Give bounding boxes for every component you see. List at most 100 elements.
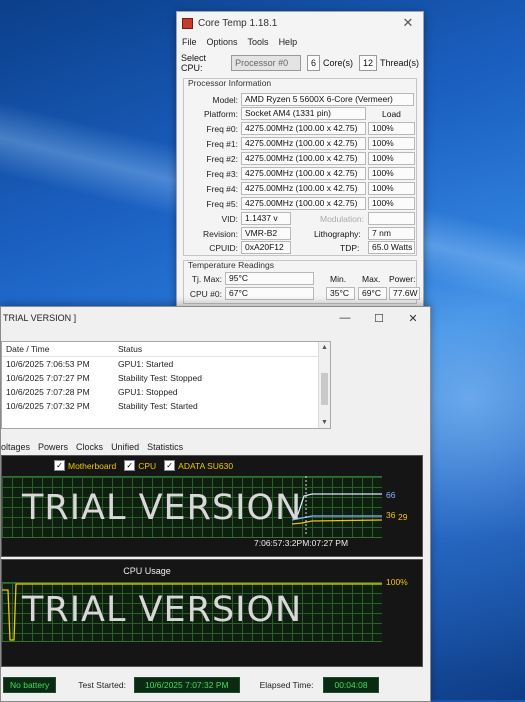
processor-info-group: Processor Information Model: AMD Ryzen 5… [183,78,417,256]
freq-row: Freq #3: 4275.00MHz (100.00 x 42.75) 100… [184,167,416,180]
cpu0-label: CPU #0: [189,288,222,299]
legend-label: ADATA SU630 [178,460,234,471]
log-row-status: Stability Test: Stopped [118,373,202,383]
model-row: Model: AMD Ryzen 5 5600X 6-Core (Vermeer… [184,93,416,106]
freq-row: Freq #5: 4275.00MHz (100.00 x 42.75) 100… [184,197,416,210]
temperature-group: Temperature Readings Tj. Max: 95°C Min. … [183,260,420,304]
temp-value-low: 29 [398,512,408,522]
threads-count: 12 [358,55,377,71]
temperature-readings-label: Temperature Readings [188,260,274,270]
maximize-icon[interactable]: ☐ [362,312,396,325]
tdp-value: 65.0 Watts [368,241,415,254]
freq-row: Freq #2: 4275.00MHz (100.00 x 42.75) 100… [184,152,416,165]
menu-options[interactable]: Options [207,37,238,47]
threads-label: Thread(s) [379,58,419,68]
load-value: 100% [368,152,415,165]
load-value: 100% [368,167,415,180]
minimize-icon[interactable]: — [328,312,362,325]
test-started-label: Test Started: [78,680,126,690]
legend-motherboard[interactable]: ✓ Motherboard [54,460,116,471]
scroll-up-icon[interactable]: ▲ [319,342,330,353]
freq-value: 4275.00MHz (100.00 x 42.75) [241,182,366,195]
menu-help[interactable]: Help [279,37,298,47]
log-scrollbar[interactable]: ▲ ▼ [318,342,330,428]
cpu0-power: 77.6W [389,287,420,300]
cpuid-row: CPUID: 0xA20F12 TDP: 65.0 Watts [184,241,416,254]
log-row[interactable]: 10/6/2025 7:06:53 PM GPU1: Started [2,357,330,371]
scroll-thumb[interactable] [321,373,328,405]
coretemp-app-icon [182,17,193,29]
log-row-time: 10/6/2025 7:07:28 PM [6,387,90,397]
stress-test-window: TRIAL VERSION ] — ☐ ✕ Date / Time Status… [0,306,431,702]
temperature-graph-panel: ✓ Motherboard ✓ CPU ✓ ADATA SU630 TRIAL VER… [1,455,423,557]
legend-label: Motherboard [68,460,117,471]
cpu0-min: 35°C [326,287,355,300]
elapsed-label: Elapsed Time: [259,680,314,690]
log-row[interactable]: 10/6/2025 7:07:32 PM Stability Test: Sta… [2,399,330,413]
window-title: TRIAL VERSION ] [3,313,77,323]
tab-clocks[interactable]: Clocks [76,442,103,452]
freq-value: 4275.00MHz (100.00 x 42.75) [241,122,366,135]
cpu0-temp-row: CPU #0: 67°C 35°C 69°C 77.6W [184,287,420,300]
checkbox-icon[interactable]: ✓ [54,460,65,471]
freq-row: Freq #0: 4275.00MHz (100.00 x 42.75) 100… [184,122,416,135]
window-controls: — ☐ ✕ [328,312,430,325]
tjmax-row: Tj. Max: 95°C Min. Max. Power: [184,272,416,285]
platform-label: Platform: [203,108,238,119]
close-icon[interactable]: ✕ [396,312,430,325]
load-header: Load [382,108,401,119]
log-row-status: GPU1: Started [118,359,174,369]
checkbox-icon[interactable]: ✓ [124,460,136,471]
tab-powers[interactable]: Powers [38,442,68,452]
tab-statistics[interactable]: Statistics [147,442,183,452]
revision-row: Revision: VMR-B2 Lithography: 7 nm [184,227,416,240]
log-row-time: 10/6/2025 7:07:32 PM [6,401,90,411]
tab-unified[interactable]: Unified [111,442,139,452]
lithography-value: 7 nm [368,227,415,240]
modulation-value [368,212,415,225]
platform-row: Platform: Socket AM4 (1331 pin) Load [184,107,416,120]
cores-label: Core(s) [322,58,353,68]
cpuid-label: CPUID: [209,242,238,253]
coretemp-titlebar: Core Temp 1.18.1 ✕ [177,12,423,34]
cpu-usage-title: CPU Usage [123,566,171,576]
power-label: Power: [389,273,416,284]
legend-cpu[interactable]: ✓ CPU [124,460,156,471]
select-cpu-label: Select CPU: [181,53,207,73]
coretemp-window: Core Temp 1.18.1 ✕ File Options Tools He… [176,11,424,309]
log-row[interactable]: 10/6/2025 7:07:28 PM GPU1: Stopped [2,385,330,399]
vid-row: VID: 1.1437 v Modulation: [184,212,416,225]
trial-watermark: TRIAL VERSION [22,590,303,630]
graph-timestamp: 7:06:57:3:2PM:07:27 PM [254,538,349,548]
freq-label: Freq #4: [206,183,238,194]
coretemp-menubar: File Options Tools Help [177,34,423,50]
freq-label: Freq #3: [206,168,238,179]
cpu-select-dropdown[interactable]: Processor #0 [231,55,301,71]
load-value: 100% [368,122,415,135]
log-row[interactable]: 10/6/2025 7:07:27 PM Stability Test: Sto… [2,371,330,385]
log-header-status[interactable]: Status [118,344,142,354]
revision-label: Revision: [203,228,238,239]
scroll-down-icon[interactable]: ▼ [319,417,330,428]
coretemp-title: Core Temp 1.18.1 [198,17,278,29]
revision-value: VMR-B2 [241,227,291,240]
cores-count: 6 [306,55,320,71]
close-icon[interactable]: ✕ [393,15,423,31]
cpu0-temp: 67°C [225,287,314,300]
log-row-time: 10/6/2025 7:06:53 PM [6,359,90,369]
log-header-datetime[interactable]: Date / Time [2,344,118,354]
menu-tools[interactable]: Tools [248,37,269,47]
freq-label: Freq #0: [206,123,238,134]
tdp-label: TDP: [340,242,360,253]
menu-file[interactable]: File [182,37,197,47]
battery-status: No battery [3,677,57,693]
cpu-usage-value: 100% [386,577,408,587]
freq-label: Freq #1: [206,138,238,149]
freq-row: Freq #4: 4275.00MHz (100.00 x 42.75) 100… [184,182,416,195]
tab-voltages[interactable]: oltages [1,442,30,452]
legend-adata[interactable]: ✓ ADATA SU630 [164,460,233,471]
vid-label: VID: [221,213,238,224]
load-value: 100% [368,182,415,195]
vid-value: 1.1437 v [241,212,291,225]
checkbox-icon[interactable]: ✓ [164,460,176,471]
